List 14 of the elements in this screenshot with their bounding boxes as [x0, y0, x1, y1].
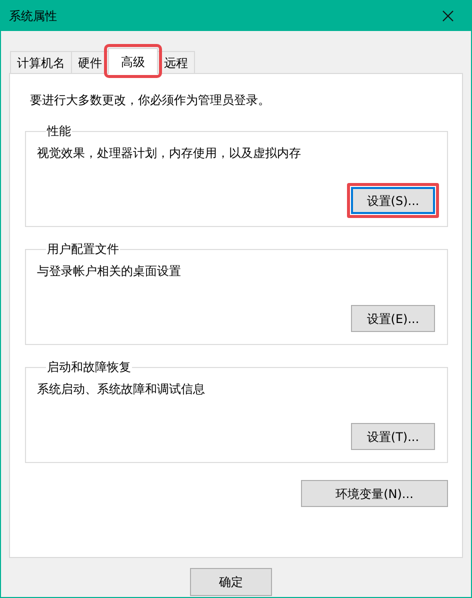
environment-variables-button[interactable]: 环境变量(N)...: [301, 480, 448, 507]
group-title: 用户配置文件: [46, 242, 120, 256]
group-description: 系统启动、系统故障和调试信息: [37, 381, 206, 398]
settings-button[interactable]: 设置(T)...: [351, 423, 435, 450]
group-title: 启动和故障恢复: [46, 360, 132, 374]
group-title: 性能: [46, 124, 72, 138]
settings-button[interactable]: 设置(S)...: [351, 187, 435, 214]
admin-notice: 要进行大多数更改，你必须作为管理员登录。: [30, 92, 271, 109]
group-description: 视觉效果，处理器计划，内存使用，以及虚拟内存: [37, 145, 302, 162]
ok-button[interactable]: 确定: [190, 568, 272, 596]
group-description: 与登录帐户相关的桌面设置: [37, 263, 182, 280]
tab[interactable]: 计算机名: [10, 51, 72, 73]
settings-button[interactable]: 设置(E)...: [351, 305, 435, 332]
window-title: 系统属性: [9, 8, 57, 24]
